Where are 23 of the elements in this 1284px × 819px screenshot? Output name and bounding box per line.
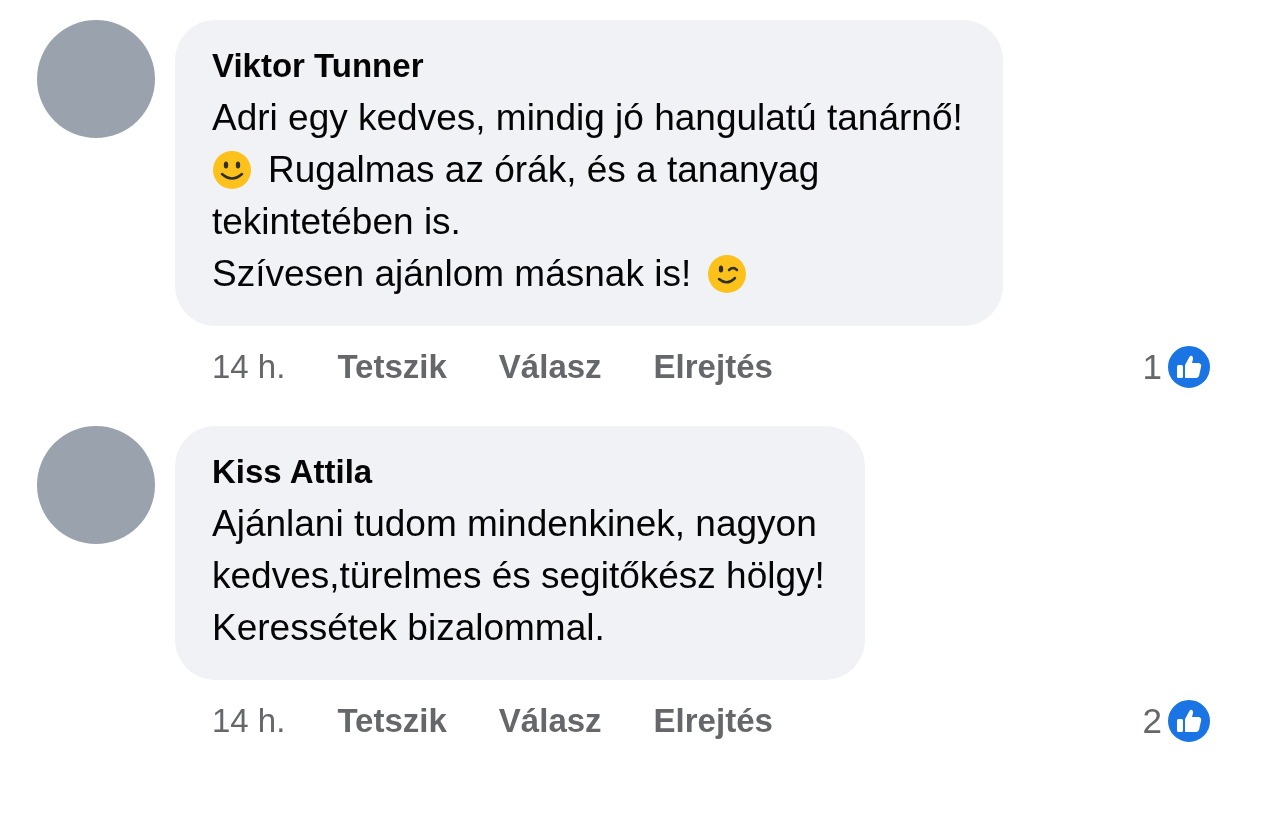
comment-time: 14 h. <box>212 348 286 386</box>
comment-action-link[interactable]: Elrejtés <box>653 348 773 386</box>
comment-action-link[interactable]: Válasz <box>498 348 602 386</box>
comment-action-link[interactable]: Tetszik <box>337 702 447 740</box>
comment-text: Szívesen ajánlom másnak is! <box>212 252 692 296</box>
comment-text: Adri egy kedves, mindig jó hangulatú tanárnő! <box>212 96 963 140</box>
reaction-count: 1 <box>1142 347 1162 387</box>
comment-text: kedves,türelmes és segitőkész hölgy! <box>212 554 825 598</box>
comment-text: Ajánlani tudom mindenkinek, nagyon <box>212 502 817 546</box>
comment-text: Rugalmas az órák, és a tananyag <box>268 148 820 192</box>
comment-time: 14 h. <box>212 702 286 740</box>
comment-text: tekintetében is. <box>212 200 461 244</box>
thumbs-up-icon <box>1166 344 1212 390</box>
smiling-face-icon <box>212 150 252 190</box>
comment-action-link[interactable]: Elrejtés <box>653 702 773 740</box>
winking-face-icon <box>707 254 748 294</box>
author-name[interactable]: Kiss Attila <box>212 450 825 494</box>
thumbs-up-icon <box>1166 698 1212 744</box>
reaction-count: 2 <box>1142 701 1162 741</box>
comment-action-link[interactable]: Válasz <box>498 702 602 740</box>
comment-action-link[interactable]: Tetszik <box>337 348 447 386</box>
comment-text: Keressétek bizalommal. <box>212 606 605 650</box>
author-name[interactable]: Viktor Tunner <box>212 44 963 88</box>
